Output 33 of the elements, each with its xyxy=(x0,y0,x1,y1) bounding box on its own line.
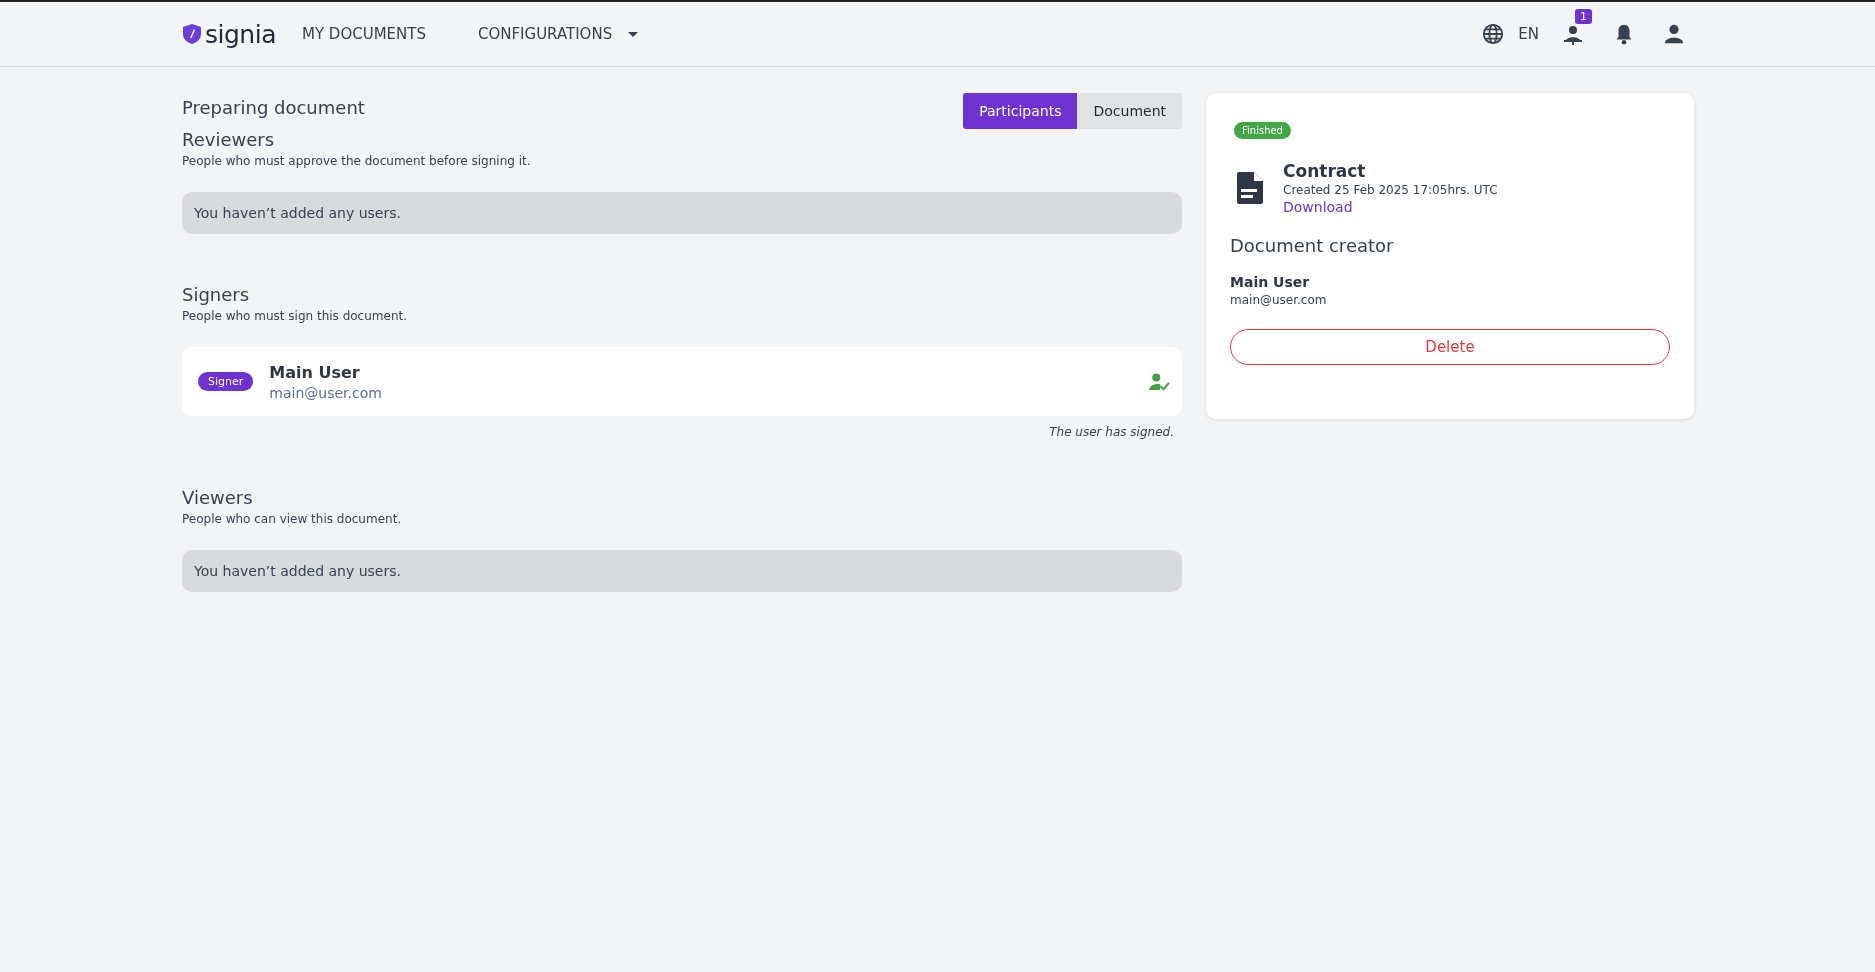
role-badge: Signer xyxy=(198,372,254,391)
participant-name: Main User xyxy=(269,362,361,382)
tab[interactable]: Participants xyxy=(963,93,1078,129)
empty-message: You haven’t added any users. xyxy=(182,550,1182,592)
nav-link[interactable]: MY DOCUMENTS xyxy=(301,25,426,43)
empty-message: You haven’t added any users. xyxy=(182,192,1182,234)
section-title: Viewers xyxy=(182,487,254,508)
delete-button[interactable]: Delete xyxy=(1230,329,1670,365)
download-link[interactable]: Download xyxy=(1283,199,1498,215)
section-description: People who can view this document. xyxy=(182,512,403,526)
participant-email: main@user.com xyxy=(269,384,382,401)
logo-text[interactable]: signia xyxy=(205,19,276,49)
page-title: Preparing document xyxy=(182,97,365,118)
caret-icon xyxy=(628,31,639,37)
nav-dropdown[interactable]: CONFIGURATIONS xyxy=(477,25,639,43)
section-title: Signers xyxy=(182,284,251,305)
document-title: Contract xyxy=(1283,161,1367,181)
notification-count: 1 xyxy=(1575,9,1592,24)
section-title: Reviewers xyxy=(182,129,276,150)
section-description: People who must sign this document. xyxy=(182,309,409,323)
section-description: People who must approve the document before signing it. xyxy=(182,154,532,168)
status-badge: Finished xyxy=(1234,122,1291,139)
document-icon xyxy=(1237,172,1263,204)
tab[interactable]: Document xyxy=(1077,93,1182,129)
creator-heading: Document creator xyxy=(1230,235,1394,256)
signed-note: The user has signed. xyxy=(1048,425,1174,439)
user-icon[interactable] xyxy=(1663,23,1685,45)
creator-name: Main User xyxy=(1230,274,1310,290)
shield-logo-icon xyxy=(182,23,202,45)
globe-icon[interactable] xyxy=(1482,23,1505,45)
created-date: Created 25 Feb 2025 17:05hrs. UTC xyxy=(1283,183,1498,197)
language-label[interactable]: EN xyxy=(1518,25,1539,43)
creator-email: main@user.com xyxy=(1230,293,1327,307)
